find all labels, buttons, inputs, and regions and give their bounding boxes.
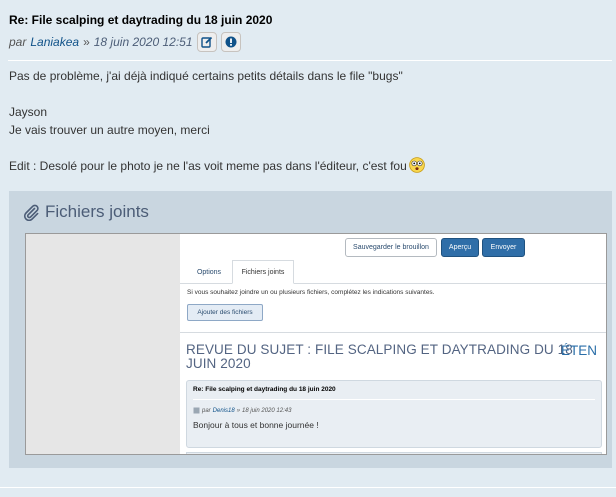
tab-options: Options bbox=[196, 268, 222, 276]
content-line: Jayson bbox=[9, 105, 48, 119]
next-quoted-post bbox=[186, 452, 602, 454]
post-by-label: par bbox=[9, 35, 27, 49]
quoted-post-title: Re: File scalping et daytrading du 18 ju… bbox=[193, 386, 336, 393]
eek-smiley-icon bbox=[408, 157, 425, 178]
quoted-post-by: par bbox=[202, 407, 211, 414]
quoted-post-separator: » bbox=[236, 407, 241, 414]
report-button[interactable] bbox=[220, 32, 241, 52]
post-author-link[interactable]: Laniakea bbox=[30, 35, 79, 49]
quoted-post-body: Bonjour à tous et bonne journée ! bbox=[193, 420, 319, 430]
expand-link: ÉTEN bbox=[561, 343, 598, 358]
quoted-post-date: 18 juin 2020 12:43 bbox=[242, 407, 292, 414]
attached-image-left-panel bbox=[26, 234, 180, 454]
draft-button: Sauvegarder le brouillon bbox=[345, 238, 437, 257]
attach-hint: Si vous souhaitez joindre un ou plusieur… bbox=[187, 289, 435, 296]
preview-button: Aperçu bbox=[441, 238, 479, 257]
attachments-box: Fichiers joints Sauvegarder le brouillon… bbox=[9, 191, 612, 468]
send-button: Envoyer bbox=[482, 238, 525, 257]
paperclip-icon bbox=[23, 204, 39, 221]
post-title[interactable]: Re: File scalping et daytrading du 18 ju… bbox=[9, 13, 272, 27]
post-icon bbox=[193, 407, 200, 414]
attachments-heading: Fichiers joints bbox=[23, 202, 149, 222]
content-edit-text: Edit : Desolé pour le photo je ne l'as v… bbox=[9, 159, 407, 173]
attached-image-editor: Sauvegarder le brouillon Aperçu Envoyer … bbox=[180, 234, 606, 454]
quoted-post-divider bbox=[193, 399, 595, 400]
content-line: Je vais trouver un autre moyen, merci bbox=[9, 123, 210, 137]
attachments-heading-text: Fichiers joints bbox=[45, 202, 149, 221]
attached-image[interactable]: Sauvegarder le brouillon Aperçu Envoyer … bbox=[25, 233, 607, 455]
post-meta-separator: » bbox=[83, 35, 90, 49]
post-bottom-divider bbox=[0, 487, 616, 488]
post-content: Pas de problème, j'ai déjà indiqué certa… bbox=[9, 67, 609, 178]
post-meta: par Laniakea » 18 juin 2020 12:51 bbox=[9, 32, 241, 52]
quoted-post: Re: File scalping et daytrading du 18 ju… bbox=[186, 380, 602, 448]
post-divider bbox=[8, 60, 612, 61]
report-icon bbox=[225, 36, 237, 48]
forum-post: Re: File scalping et daytrading du 18 ju… bbox=[0, 0, 616, 497]
add-files-button: Ajouter des fichiers bbox=[187, 304, 263, 321]
editor-tabs: Options Fichiers joints bbox=[180, 260, 606, 284]
edit-button[interactable] bbox=[196, 32, 217, 52]
quoted-post-meta: par Denis18 » 18 juin 2020 12:43 bbox=[193, 407, 291, 414]
topic-review-title: REVUE DU SUJET : FILE SCALPING ET DAYTRA… bbox=[186, 342, 573, 371]
edit-icon bbox=[200, 36, 212, 48]
editor-separator bbox=[180, 332, 606, 333]
quoted-post-author: Denis18 bbox=[212, 407, 235, 414]
content-line-edit: Edit : Desolé pour le photo je ne l'as v… bbox=[9, 157, 609, 178]
content-line: Pas de problème, j'ai déjà indiqué certa… bbox=[9, 69, 403, 83]
post-date: 18 juin 2020 12:51 bbox=[93, 35, 193, 49]
tab-attachments: Fichiers joints bbox=[232, 260, 294, 284]
